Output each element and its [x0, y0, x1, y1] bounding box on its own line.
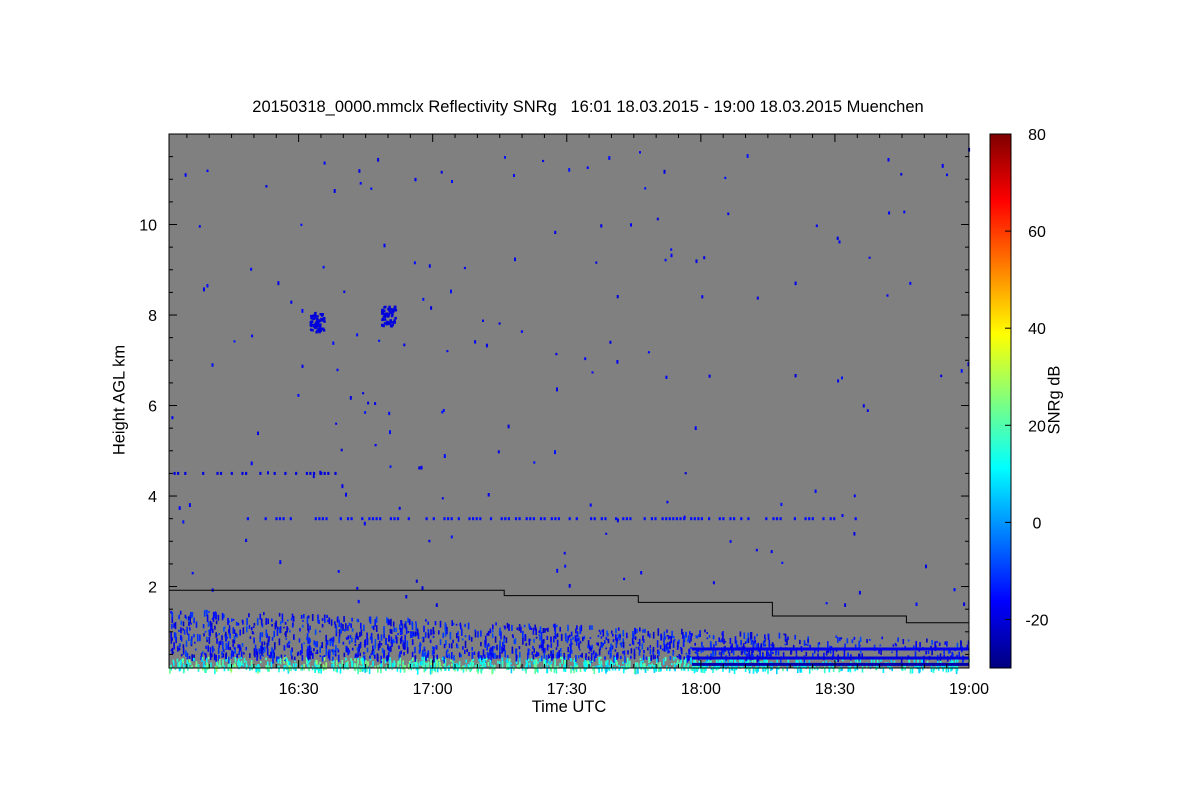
y-axis-label: Height AGL km	[110, 344, 129, 456]
low-band-2	[691, 647, 969, 651]
colorbar-tick-label: 60	[1028, 224, 1046, 241]
colorbar-tick-label: 40	[1028, 321, 1046, 338]
radar-chart: 20150318_0000.mmclx Reflectivity SNRg 16…	[0, 0, 1200, 800]
x-tick-label: 16:30	[279, 681, 319, 698]
y-tick-label: 4	[148, 489, 157, 506]
x-tick-label: 17:00	[413, 681, 453, 698]
x-axis-label: Time UTC	[531, 698, 607, 716]
plot-area	[168, 133, 971, 675]
low-band-0	[691, 662, 969, 666]
x-tick-label: 19:00	[949, 681, 989, 698]
colorbar-label: SNRg dB	[1045, 365, 1064, 435]
colorbar-scale	[989, 133, 1012, 669]
colorbar-tick-label: -20	[1025, 612, 1048, 629]
y-tick-label: 6	[148, 399, 157, 416]
y-tick-label: 2	[148, 580, 157, 597]
low-band-1	[691, 656, 969, 660]
colorbar-tick-label: 80	[1028, 127, 1046, 144]
colorbar-tick-label: 0	[1033, 515, 1042, 532]
colorbar-tick-label: 20	[1028, 418, 1046, 435]
y-tick-label: 8	[148, 308, 157, 325]
x-tick-label: 17:30	[547, 681, 587, 698]
plot-svg: 16:30 17:00 17:30 18:00 18:30 19:00 2 4 6 8 10 -20 0…	[139, 127, 1049, 698]
x-tick-label: 18:30	[815, 681, 855, 698]
plot-background	[169, 134, 969, 668]
y-tick-label: 10	[139, 218, 157, 235]
colorbar: -20 0 20 40 60 80	[989, 127, 1049, 669]
x-tick-label: 18:00	[681, 681, 721, 698]
